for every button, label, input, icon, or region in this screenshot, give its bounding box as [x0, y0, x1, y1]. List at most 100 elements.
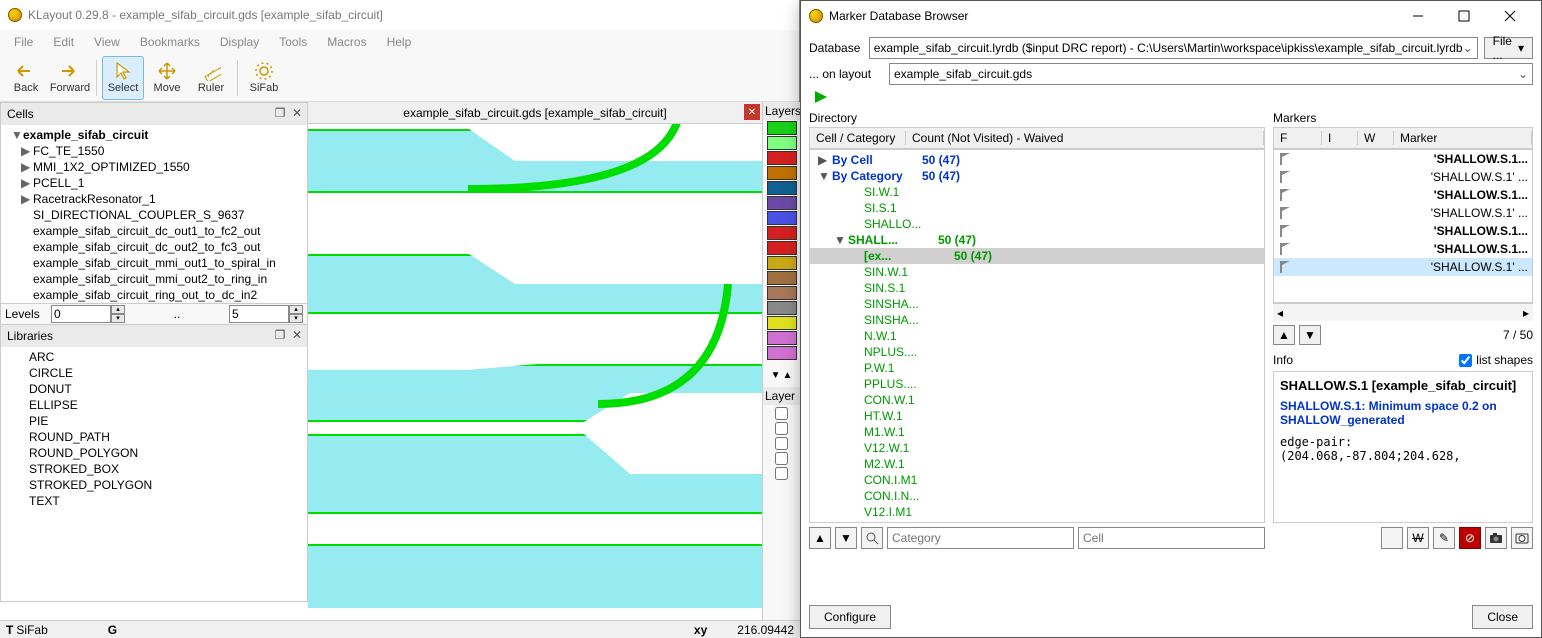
tree-item[interactable]: example_sifab_circuit_ring_out_to_dc_in2	[1, 287, 307, 303]
marker-row[interactable]: 'SHALLOW.S.1...	[1274, 240, 1532, 258]
directory-row[interactable]: SHALLO...	[810, 216, 1264, 232]
layout-combo[interactable]: example_sifab_circuit.gds ⌄	[889, 63, 1533, 85]
col-count[interactable]: Count (Not Visited) - Waived	[906, 131, 1264, 145]
reject-tool-button[interactable]: ⊘	[1459, 527, 1481, 549]
library-item[interactable]: TEXT	[1, 493, 307, 509]
move-button[interactable]: Move	[146, 56, 188, 100]
directory-row[interactable]: HT.W.1	[810, 408, 1264, 424]
menu-help[interactable]: Help	[377, 31, 422, 53]
layer-swatch[interactable]	[767, 211, 797, 225]
directory-row[interactable]: [ex...50 (47)	[810, 248, 1264, 264]
tree-root[interactable]: ▼example_sifab_circuit	[1, 127, 307, 143]
directory-row[interactable]: ▶By Cell50 (47)	[810, 152, 1264, 168]
layer-check[interactable]	[775, 422, 788, 435]
waive-tool-button[interactable]: W	[1407, 527, 1429, 549]
tree-item[interactable]: example_sifab_circuit_mmi_out2_to_ring_i…	[1, 271, 307, 287]
layer-check[interactable]	[775, 437, 788, 450]
layer-swatch[interactable]	[767, 331, 797, 345]
tree-item[interactable]: example_sifab_circuit_dc_out2_to_fc3_out	[1, 239, 307, 255]
tree-item[interactable]: example_sifab_circuit_dc_out1_to_fc2_out	[1, 223, 307, 239]
directory-row[interactable]: ▼By Category50 (47)	[810, 168, 1264, 184]
tree-item[interactable]: ▶PCELL_1	[1, 175, 307, 191]
layer-swatch[interactable]	[767, 346, 797, 360]
close-icon[interactable]: ✕	[289, 105, 305, 121]
directory-row[interactable]: PPLUS....	[810, 376, 1264, 392]
undock-icon[interactable]: ❐	[272, 327, 288, 343]
markers-scrollbar[interactable]: ◂▸	[1273, 303, 1533, 321]
directory-row[interactable]: SI.W.1	[810, 184, 1264, 200]
markers-list[interactable]: 'SHALLOW.S.1...'SHALLOW.S.1' ...'SHALLOW…	[1273, 149, 1533, 303]
close-icon[interactable]: ✕	[289, 327, 305, 343]
directory-row[interactable]: V12.I.M2	[810, 520, 1264, 523]
ruler-button[interactable]: Ruler	[190, 56, 232, 100]
minimize-button[interactable]	[1395, 1, 1441, 31]
directory-row[interactable]: ▼SHALL...50 (47)	[810, 232, 1264, 248]
close-button[interactable]	[1487, 1, 1533, 31]
marker-row[interactable]: 'SHALLOW.S.1...	[1274, 222, 1532, 240]
menu-bookmarks[interactable]: Bookmarks	[130, 31, 210, 53]
forward-button[interactable]: Forward	[49, 56, 91, 100]
col-marker[interactable]: Marker	[1394, 131, 1532, 145]
tree-item[interactable]: ▶FC_TE_1550	[1, 143, 307, 159]
directory-row[interactable]: N.W.1	[810, 328, 1264, 344]
layer-swatch[interactable]	[767, 241, 797, 255]
close-button[interactable]: Close	[1472, 605, 1533, 629]
directory-row[interactable]: SINSHA...	[810, 312, 1264, 328]
layer-swatch-list[interactable]	[763, 121, 800, 360]
directory-row[interactable]: V12.W.1	[810, 440, 1264, 456]
directory-row[interactable]: P.W.1	[810, 360, 1264, 376]
layer-swatch[interactable]	[767, 151, 797, 165]
layer-swatch[interactable]	[767, 181, 797, 195]
scroll-right-icon[interactable]: ▸	[1523, 306, 1529, 320]
directory-row[interactable]: M2.W.1	[810, 456, 1264, 472]
library-item[interactable]: CIRCLE	[1, 365, 307, 381]
marker-titlebar[interactable]: Marker Database Browser	[801, 1, 1541, 31]
library-item[interactable]: DONUT	[1, 381, 307, 397]
layer-check[interactable]	[775, 452, 788, 465]
menu-display[interactable]: Display	[210, 31, 269, 53]
tree-item[interactable]: example_sifab_circuit_mmi_out1_to_spiral…	[1, 255, 307, 271]
libraries-list[interactable]: ARCCIRCLEDONUTELLIPSEPIEROUND_PATHROUND_…	[1, 347, 307, 601]
layer-check[interactable]	[775, 467, 788, 480]
level-from-input[interactable]	[51, 305, 111, 323]
library-item[interactable]: ARC	[1, 349, 307, 365]
directory-row[interactable]: NPLUS....	[810, 344, 1264, 360]
down-icon[interactable]: ▼	[771, 370, 781, 381]
layer-swatch[interactable]	[767, 226, 797, 240]
flag-tool-button[interactable]	[1381, 527, 1403, 549]
layer-swatch[interactable]	[767, 166, 797, 180]
marker-row[interactable]: 'SHALLOW.S.1...	[1274, 186, 1532, 204]
close-icon[interactable]: ✕	[744, 104, 760, 120]
layer-swatch[interactable]	[767, 271, 797, 285]
menu-macros[interactable]: Macros	[317, 31, 376, 53]
select-button[interactable]: Select	[102, 56, 144, 100]
library-item[interactable]: ELLIPSE	[1, 397, 307, 413]
tree-item[interactable]: SI_DIRECTIONAL_COUPLER_S_9637	[1, 207, 307, 223]
layer-swatch[interactable]	[767, 196, 797, 210]
edit-tool-button[interactable]: ✎	[1433, 527, 1455, 549]
layer-swatch[interactable]	[767, 286, 797, 300]
directory-row[interactable]: SIN.W.1	[810, 264, 1264, 280]
up-icon[interactable]: ▲	[783, 370, 793, 381]
marker-row[interactable]: 'SHALLOW.S.1' ...	[1274, 204, 1532, 222]
database-combo[interactable]: example_sifab_circuit.lyrdb ($input DRC …	[869, 37, 1478, 59]
directory-row[interactable]: CON.I.M1	[810, 472, 1264, 488]
menu-tools[interactable]: Tools	[269, 31, 317, 53]
category-search-input[interactable]	[887, 527, 1074, 549]
layer-swatch[interactable]	[767, 136, 797, 150]
directory-row[interactable]: SINSHA...	[810, 296, 1264, 312]
col-i[interactable]: I	[1322, 131, 1358, 145]
layer-swatch[interactable]	[767, 256, 797, 270]
marker-row[interactable]: 'SHALLOW.S.1' ...	[1274, 258, 1532, 276]
play-button[interactable]	[813, 89, 831, 107]
marker-row[interactable]: 'SHALLOW.S.1' ...	[1274, 168, 1532, 186]
file-button[interactable]: File ... ▾	[1484, 37, 1533, 59]
directory-row[interactable]: SIN.S.1	[810, 280, 1264, 296]
cells-tree[interactable]: ▼example_sifab_circuit▶FC_TE_1550▶MMI_1X…	[1, 125, 307, 303]
prev-marker-button[interactable]: ▲	[1273, 325, 1295, 345]
layout-canvas[interactable]: example_sifab_circuit.gds [example_sifab…	[308, 102, 762, 608]
directory-row[interactable]: CON.W.1	[810, 392, 1264, 408]
col-w[interactable]: W	[1358, 131, 1394, 145]
col-cell-category[interactable]: Cell / Category	[810, 131, 906, 145]
library-item[interactable]: PIE	[1, 413, 307, 429]
